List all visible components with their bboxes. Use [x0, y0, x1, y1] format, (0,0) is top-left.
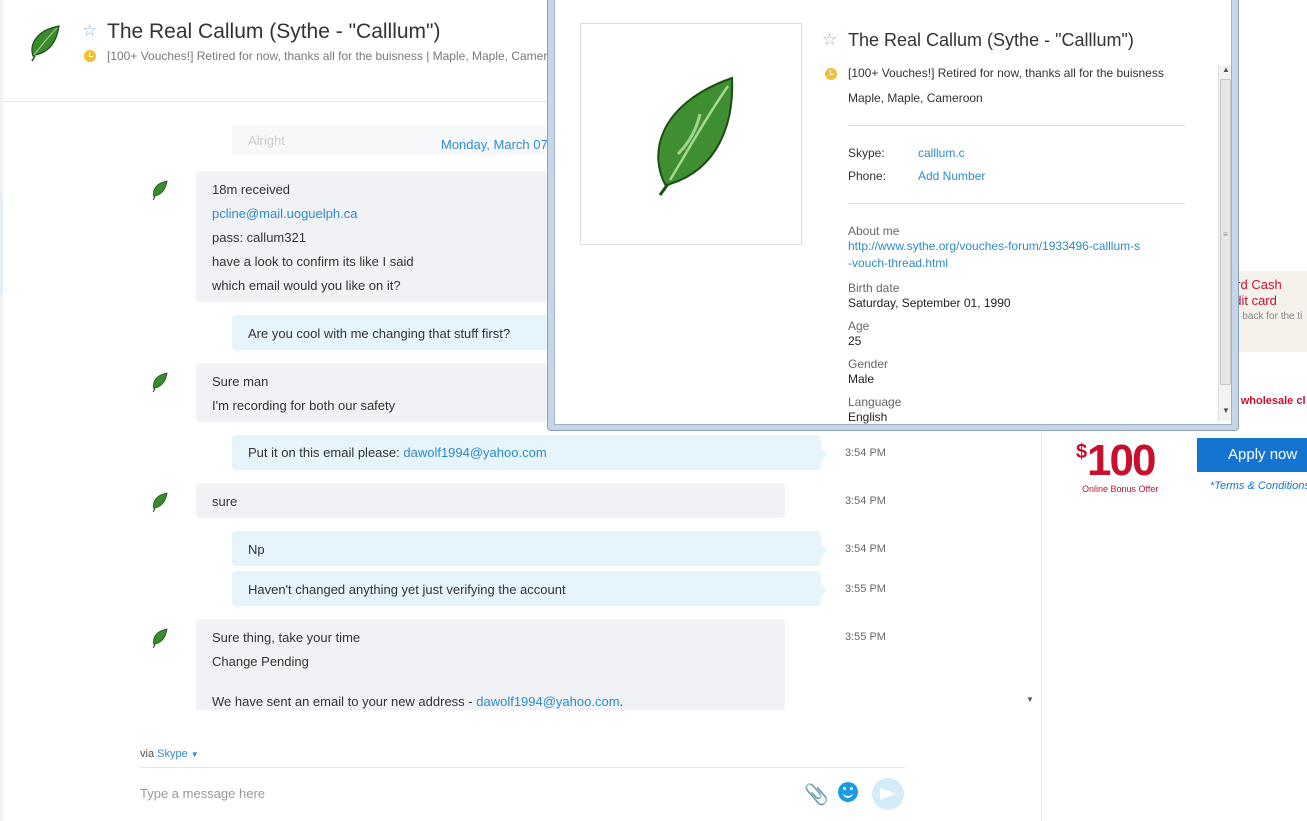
contact-mood: [100+ Vouches!] Retired for now, thanks …	[107, 49, 547, 63]
message-text: pass: callum321	[212, 230, 306, 245]
message-timestamp: 3:54 PM	[845, 495, 886, 507]
message-timestamp: 3:55 PM	[845, 583, 886, 595]
message-text-prefix: We have sent an email to your new addres…	[212, 694, 477, 709]
scroll-down-arrow-icon[interactable]: ▼	[1026, 695, 1034, 704]
phone-label: Phone:	[848, 169, 887, 183]
email-link[interactable]: pcline@mail.uoguelph.ca	[212, 206, 357, 221]
email-link[interactable]: dawolf1994@yahoo.com	[403, 445, 546, 460]
scroll-down-arrow-icon[interactable]: ▼	[1222, 406, 1230, 415]
message-text: Sure man	[212, 374, 269, 389]
message-bubble[interactable]: sure	[196, 483, 785, 518]
ad-amount: 100	[1087, 436, 1156, 485]
gender-value: Male	[848, 372, 875, 386]
contact-name: The Real Callum (Sythe - "Calllum")	[107, 20, 441, 43]
message-timestamp: 3:54 PM	[845, 543, 886, 555]
message-text: Put it on this email please: dawolf1994@…	[248, 445, 547, 460]
message-bubble[interactable]: Put it on this email please: dawolf1994@…	[232, 435, 827, 470]
profile-photo	[580, 23, 802, 245]
profile-leaf-icon	[657, 76, 734, 196]
message-text: Np	[248, 542, 265, 557]
message-text: I'm recording for both our safety	[212, 398, 396, 413]
sender-avatar-leaf-icon	[152, 180, 168, 200]
message-text: Sure thing, take your time	[212, 630, 361, 645]
ad-dollar-sign: $	[1076, 441, 1088, 463]
message-text: We have sent an email to your new addres…	[212, 694, 623, 709]
via-service: via Skype ▼	[140, 748, 199, 760]
language-label: Language	[848, 395, 902, 409]
profile-location: Maple, Maple, Cameroon	[848, 91, 983, 105]
attach-icon[interactable]: 📎	[804, 782, 829, 807]
sender-avatar-leaf-icon	[152, 628, 168, 648]
message-timestamp: 3:55 PM	[845, 631, 886, 643]
mood-clock-icon	[84, 50, 96, 62]
message-text: have a look to confirm its like I said	[212, 254, 414, 269]
message-bubble[interactable]: Sure thing, take your time Change Pendin…	[196, 619, 785, 710]
email-link[interactable]: dawolf1994@yahoo.com	[476, 694, 619, 709]
language-value: English	[848, 410, 888, 424]
sender-avatar-leaf-icon	[152, 492, 168, 512]
message-bubble[interactable]: Sure man I'm recording for both our safe…	[196, 363, 551, 422]
skype-label: Skype:	[848, 146, 885, 160]
message-timestamp: 3:54 PM	[845, 447, 886, 459]
profile-mood: [100+ Vouches!] Retired for now, thanks …	[848, 66, 1164, 80]
message-text-suffix: .	[619, 694, 624, 709]
about-label: About me	[848, 224, 900, 238]
profile-scrollbar[interactable]: ▲ ≡ ▼	[1218, 65, 1231, 421]
ad-bonus-text: Online Bonus Offer	[1082, 484, 1159, 494]
sender-avatar-leaf-icon	[152, 372, 168, 392]
scrollbar-thumb[interactable]: ≡	[1220, 79, 1231, 385]
profile-popup: ☆ The Real Callum (Sythe - "Calllum") [1…	[547, 0, 1239, 431]
scroll-up-arrow-icon[interactable]: ▲	[1222, 65, 1230, 74]
ad-card-text: n back for the ti	[1236, 311, 1303, 322]
favorite-star-icon[interactable]: ☆	[82, 21, 97, 41]
service-selector[interactable]: Skype ▼	[157, 748, 199, 760]
emoji-icon[interactable]	[838, 782, 858, 802]
message-bubble[interactable]: Haven't changed anything yet just verify…	[232, 571, 827, 606]
ad-card-title: ard Cash	[1236, 277, 1282, 292]
compose-divider	[140, 767, 905, 768]
message-text: 18m received	[212, 182, 291, 197]
gender-label: Gender	[848, 357, 889, 371]
divider	[848, 125, 1185, 126]
message-bubble[interactable]: 18m received pcline@mail.uoguelph.ca pas…	[196, 171, 551, 302]
message-text: Change Pending	[212, 654, 309, 669]
skype-id-link[interactable]: calllum.c	[918, 146, 965, 160]
birth-date-label: Birth date	[848, 281, 900, 295]
profile-card: ☆ The Real Callum (Sythe - "Calllum") [1…	[554, 0, 1232, 425]
birth-date-value: Saturday, September 01, 1990	[848, 296, 1011, 310]
divider	[848, 203, 1185, 204]
message-input[interactable]: Type a message here	[140, 786, 265, 801]
age-value: 25	[848, 334, 862, 348]
profile-name: The Real Callum (Sythe - "Calllum")	[848, 30, 1134, 50]
message-text: Are you cool with me changing that stuff…	[248, 326, 511, 341]
favorite-star-icon[interactable]: ☆	[822, 30, 837, 50]
about-link-continued[interactable]: -vouch-thread.html	[848, 256, 948, 270]
add-number-link[interactable]: Add Number	[918, 169, 985, 183]
contact-avatar-leaf-icon[interactable]	[27, 22, 63, 62]
apply-now-button[interactable]: Apply now	[1197, 438, 1307, 472]
message-bubble[interactable]: Np	[232, 531, 827, 566]
ad-card[interactable]: ard Cash edit card n back for the ti	[1236, 271, 1307, 352]
mood-clock-icon	[825, 68, 837, 80]
message-text: Haven't changed anything yet just verify…	[248, 582, 566, 597]
message-text: sure	[212, 494, 238, 509]
message-text: which email would you like on it?	[212, 278, 401, 293]
via-label: via	[140, 748, 155, 760]
about-link[interactable]: http://www.sythe.org/vouches-forum/19334…	[848, 239, 1140, 253]
age-label: Age	[848, 319, 870, 333]
chevron-down-icon: ▼	[190, 750, 199, 759]
service-name: Skype	[157, 748, 188, 760]
send-icon[interactable]	[872, 778, 904, 810]
message-bubble[interactable]: Are you cool with me changing that stuff…	[232, 315, 558, 350]
message-text-prefix: Put it on this email please:	[248, 445, 404, 460]
ad-wholesale-text[interactable]: t wholesale cl	[1234, 395, 1306, 407]
terms-link[interactable]: *Terms & Conditions	[1210, 480, 1307, 492]
grip-icon: ≡	[1223, 230, 1228, 239]
ad-card-subtitle: edit card	[1236, 293, 1277, 308]
